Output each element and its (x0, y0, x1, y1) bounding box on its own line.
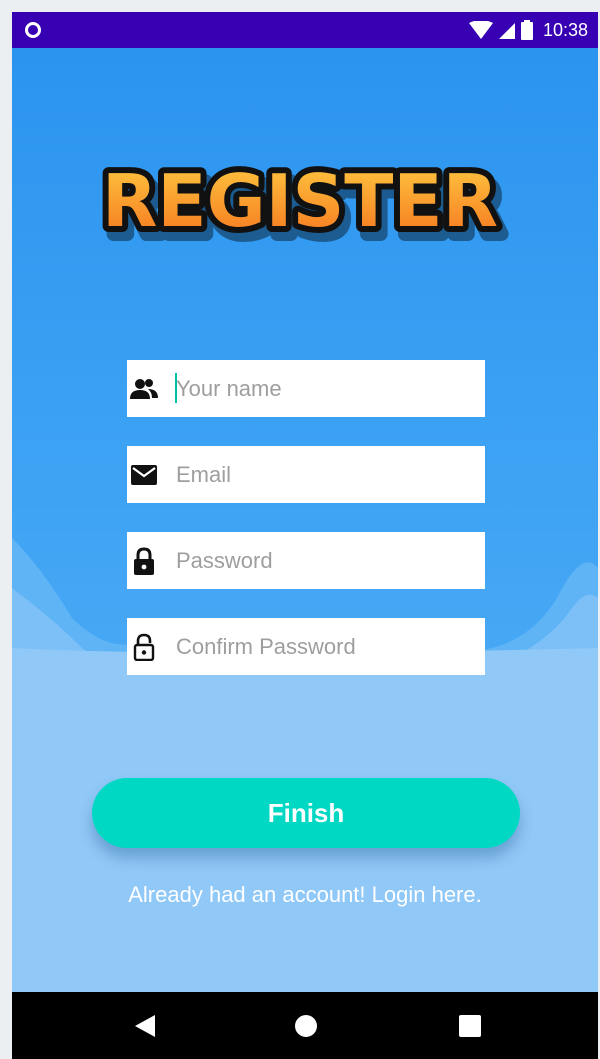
recents-icon[interactable] (458, 1014, 482, 1038)
back-icon[interactable] (133, 1014, 157, 1038)
name-field[interactable] (127, 360, 485, 417)
wifi-icon (468, 21, 493, 39)
phone-screen: 10:38 REGISTER REGISTER REGISTER Your na… (12, 12, 598, 1059)
cellular-signal-icon (498, 23, 515, 39)
status-icons: 10:38 (468, 12, 588, 48)
finish-button[interactable]: Finish (92, 778, 520, 848)
email-field[interactable] (127, 446, 485, 503)
register-title: REGISTER REGISTER REGISTER (96, 153, 510, 258)
lock-icon (130, 546, 158, 575)
status-time: 10:38 (542, 19, 588, 40)
password-input[interactable] (176, 540, 466, 581)
svg-text:REGISTER: REGISTER (102, 159, 498, 243)
mail-icon (130, 461, 158, 489)
text-caret (175, 373, 177, 403)
name-input[interactable] (176, 368, 466, 409)
navigation-bar (12, 992, 598, 1059)
register-screen: REGISTER REGISTER REGISTER Your name Ema… (12, 48, 598, 992)
confirm-password-field[interactable] (127, 618, 485, 675)
people-icon (130, 375, 158, 403)
battery-icon (520, 20, 533, 40)
lock-open-icon (130, 633, 158, 661)
home-icon[interactable] (294, 1014, 318, 1038)
email-input[interactable] (176, 454, 466, 495)
login-link[interactable]: Already had an account! Login here. (12, 882, 598, 908)
status-bar: 10:38 (12, 12, 598, 48)
password-field[interactable] (127, 532, 485, 589)
notification-dot-icon (25, 22, 41, 38)
confirm-password-input[interactable] (176, 626, 466, 667)
